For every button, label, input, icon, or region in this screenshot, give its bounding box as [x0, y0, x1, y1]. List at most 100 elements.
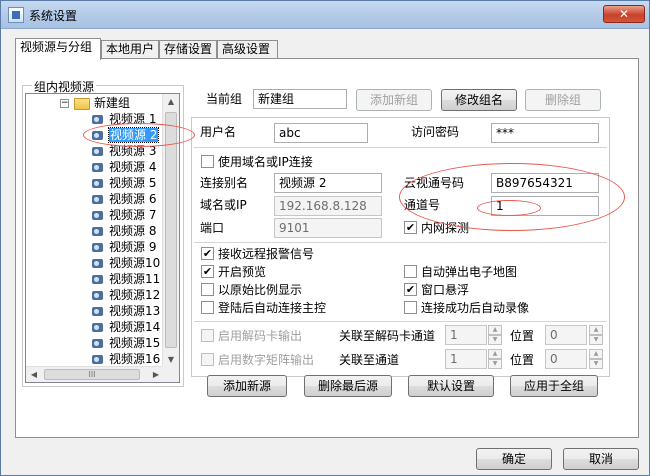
port-label: 端口 — [200, 221, 225, 235]
password-label: 访问密码 — [411, 125, 460, 139]
use-domain-checkbox[interactable] — [201, 155, 214, 168]
tree-root[interactable]: − 新建组 — [60, 95, 130, 111]
enable-preview-checkbox[interactable]: ✔ — [201, 265, 214, 278]
title-bar[interactable]: 系统设置 ✕ — [1, 1, 649, 29]
annotation-ellipse-channel — [477, 200, 541, 216]
tree-vertical-scroll-thumb[interactable] — [165, 112, 177, 348]
tree-item-source[interactable]: 视频源12 — [92, 287, 160, 303]
auto-connect-main-checkbox[interactable] — [201, 301, 214, 314]
use-domain-label: 使用域名或IP连接 — [218, 155, 313, 169]
ok-button[interactable]: 确定 — [476, 448, 552, 470]
password-input[interactable]: *** — [491, 123, 599, 143]
rename-group-button[interactable]: 修改组名 — [441, 89, 517, 111]
tab-storage[interactable]: 存储设置 — [159, 40, 217, 58]
tree-horizontal-scrollbar[interactable]: ◀ III ▶ — [26, 366, 164, 382]
tree-horizontal-scroll-thumb[interactable]: III — [44, 369, 140, 380]
window-float-label: 窗口悬浮 — [421, 283, 470, 297]
auto-popup-map-label: 自动弹出电子地图 — [421, 265, 518, 279]
tab-video-sources[interactable]: 视频源与分组 — [15, 38, 101, 60]
auto-record-label: 连接成功后自动录像 — [421, 301, 530, 315]
original-ratio-checkbox[interactable] — [201, 283, 214, 296]
collapse-icon[interactable]: − — [60, 99, 69, 108]
delete-group-button[interactable]: 删除组 — [525, 89, 601, 111]
camera-icon — [92, 273, 106, 286]
port-input[interactable]: 9101 — [274, 218, 382, 238]
cancel-button[interactable]: 取消 — [563, 448, 639, 470]
receive-alarm-label: 接收远程报警信号 — [218, 247, 315, 261]
enable-preview-label: 开启预览 — [218, 265, 267, 279]
camera-icon — [92, 225, 106, 238]
matrix-channel-spinner[interactable]: ▲ ▼ — [488, 349, 502, 369]
tree-item-source[interactable]: 视频源16 — [92, 351, 160, 367]
tree-item-label: 视频源13 — [109, 304, 161, 318]
app-icon — [8, 7, 24, 23]
apply-to-group-button[interactable]: 应用于全组 — [510, 375, 598, 397]
auto-connect-main-label: 登陆后自动连接主控 — [218, 301, 327, 315]
auto-popup-map-checkbox[interactable] — [404, 265, 417, 278]
tree-item-label: 视频源 5 — [109, 176, 157, 190]
default-settings-button[interactable]: 默认设置 — [408, 375, 494, 397]
camera-icon — [92, 321, 106, 334]
camera-icon — [92, 177, 106, 190]
remove-last-source-button[interactable]: 删除最后源 — [304, 375, 392, 397]
tree-item-source[interactable]: 视频源10 — [92, 255, 160, 271]
tree-item-source[interactable]: 视频源 7 — [92, 207, 156, 223]
tree-item-source[interactable]: 视频源 8 — [92, 223, 156, 239]
tree-item-source[interactable]: 视频源11 — [92, 271, 160, 287]
decoder-output-checkbox[interactable] — [201, 329, 214, 342]
tree-item-source[interactable]: 视频源 9 — [92, 239, 156, 255]
host-input[interactable]: 192.168.8.128 — [274, 196, 382, 216]
camera-icon — [92, 161, 106, 174]
matrix-channel-label: 关联至通道 — [339, 353, 400, 367]
scroll-up-icon[interactable]: ▲ — [163, 94, 179, 110]
tree-item-source[interactable]: 视频源15 — [92, 335, 160, 351]
matrix-position-spinner[interactable]: ▲ ▼ — [589, 349, 603, 369]
camera-icon — [92, 209, 106, 222]
tree-item-source[interactable]: 视频源 5 — [92, 175, 156, 191]
matrix-output-label: 启用数字矩阵输出 — [218, 353, 315, 367]
decoder-output-label: 启用解码卡输出 — [218, 329, 303, 343]
receive-alarm-checkbox[interactable]: ✔ — [201, 247, 214, 260]
matrix-output-checkbox[interactable] — [201, 353, 214, 366]
separator-3 — [194, 321, 607, 322]
decoder-channel-input[interactable]: 1 — [445, 325, 487, 345]
close-button[interactable]: ✕ — [603, 5, 645, 23]
matrix-channel-input[interactable]: 1 — [445, 349, 487, 369]
alias-input[interactable]: 视频源 2 — [274, 173, 382, 193]
add-group-button[interactable]: 添加新组 — [356, 89, 432, 111]
tree-item-label: 视频源 6 — [109, 192, 157, 206]
decoder-channel-spinner[interactable]: ▲ ▼ — [488, 325, 502, 345]
decoder-position-input[interactable]: 0 — [545, 325, 587, 345]
camera-icon — [92, 193, 106, 206]
lan-probe-checkbox[interactable]: ✔ — [404, 221, 417, 234]
window-float-checkbox[interactable]: ✔ — [404, 283, 417, 296]
decoder-position-spinner[interactable]: ▲ ▼ — [589, 325, 603, 345]
tree-item-source[interactable]: 视频源 4 — [92, 159, 156, 175]
current-group-label: 当前组 — [206, 92, 243, 106]
tab-advanced[interactable]: 高级设置 — [217, 40, 278, 58]
username-label: 用户名 — [200, 125, 237, 139]
camera-icon — [92, 289, 106, 302]
camera-icon — [92, 145, 106, 158]
add-source-button[interactable]: 添加新源 — [207, 375, 287, 397]
camera-icon — [92, 305, 106, 318]
camera-icon — [92, 257, 106, 270]
camera-icon — [92, 113, 106, 126]
tree-item-label: 视频源16 — [109, 352, 161, 366]
tree-item-source[interactable]: 视频源14 — [92, 319, 160, 335]
tree-item-label: 视频源10 — [109, 256, 161, 270]
camera-icon — [92, 337, 106, 350]
auto-record-checkbox[interactable] — [404, 301, 417, 314]
tree-item-label: 视频源12 — [109, 288, 161, 302]
current-group-input[interactable]: 新建组 — [253, 89, 347, 109]
tree-item-source[interactable]: 视频源13 — [92, 303, 160, 319]
matrix-position-input[interactable]: 0 — [545, 349, 587, 369]
username-input[interactable]: abc — [274, 123, 368, 143]
host-label: 域名或IP — [200, 198, 247, 212]
decoder-position-label: 位置 — [510, 329, 535, 343]
tab-local-users[interactable]: 本地用户 — [101, 40, 159, 58]
tree-item-source[interactable]: 视频源 6 — [92, 191, 156, 207]
original-ratio-label: 以原始比例显示 — [218, 283, 303, 297]
tree-item-label: 视频源 4 — [109, 160, 157, 174]
scroll-left-icon[interactable]: ◀ — [26, 367, 42, 382]
